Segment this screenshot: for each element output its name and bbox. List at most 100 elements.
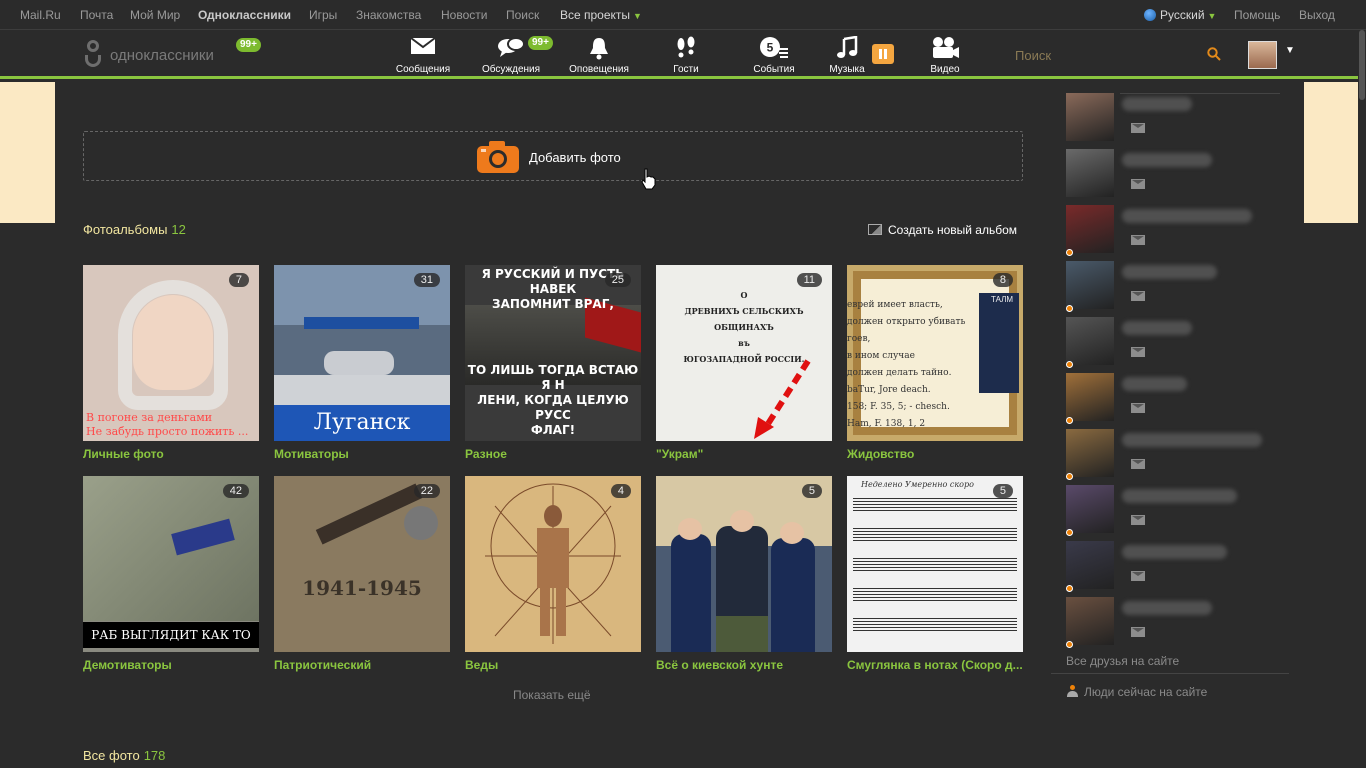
nav-events[interactable]: 5 События: [748, 36, 800, 78]
album-card[interactable]: 1941-1945 22 Патриотический: [274, 476, 450, 672]
topbar-link-poisk[interactable]: Поиск: [506, 8, 539, 22]
friend-avatar[interactable]: [1066, 541, 1114, 589]
album-name[interactable]: Демотиваторы: [83, 658, 259, 672]
envelope-icon[interactable]: [1131, 179, 1145, 189]
envelope-icon[interactable]: [1131, 515, 1145, 525]
album-card[interactable]: Я РУССКИЙ И ПУСТЬ НАВЕК ЗАПОМНИТ ВРАГ, ТО …: [465, 265, 641, 461]
friend-name-blurred[interactable]: [1122, 97, 1192, 111]
friend-item[interactable]: [1066, 373, 1296, 424]
language-selector[interactable]: Русский ▼: [1144, 8, 1216, 22]
all-projects-menu[interactable]: Все проекты ▼: [560, 8, 642, 22]
all-friends-link[interactable]: Все друзья на сайте: [1066, 654, 1179, 668]
friend-item[interactable]: [1066, 429, 1296, 480]
friend-item[interactable]: [1066, 541, 1296, 592]
nav-music[interactable]: Музыка: [826, 35, 868, 78]
friend-item[interactable]: [1066, 93, 1296, 141]
album-name[interactable]: Смуглянка в нотах (Скоро д...: [847, 658, 1023, 672]
create-album-button[interactable]: Создать новый альбом: [868, 223, 1017, 237]
friend-avatar[interactable]: [1066, 205, 1114, 253]
friend-avatar[interactable]: [1066, 149, 1114, 197]
album-name[interactable]: "Украм": [656, 447, 832, 461]
friend-name-blurred[interactable]: [1122, 545, 1227, 559]
envelope-icon[interactable]: [1131, 403, 1145, 413]
friend-name-blurred[interactable]: [1122, 153, 1212, 167]
album-card[interactable]: РАБ ВЫГЛЯДИТ КАК ТО ТАК 42 Демотиваторы: [83, 476, 259, 672]
album-name[interactable]: Жидовство: [847, 447, 1023, 461]
album-thumbnail[interactable]: В погоне за деньгами Не забудь просто пож…: [83, 265, 259, 441]
search-icon[interactable]: [1207, 47, 1221, 66]
nav-messages[interactable]: Сообщения: [390, 36, 456, 78]
envelope-icon[interactable]: [1131, 627, 1145, 637]
friend-name-blurred[interactable]: [1122, 601, 1212, 615]
envelope-icon[interactable]: [1131, 459, 1145, 469]
friend-name-blurred[interactable]: [1122, 209, 1252, 223]
album-thumbnail[interactable]: О ДРЕВНИХЪ СЕЛЬСКИХЪ ОБЩИНАХЪ въ ЮГОЗАПАДНО…: [656, 265, 832, 441]
friend-avatar[interactable]: [1066, 429, 1114, 477]
people-online-link[interactable]: Люди сейчас на сайте: [1066, 685, 1207, 699]
ok-logo[interactable]: одноклассники 99+: [84, 38, 274, 72]
nav-discussions[interactable]: Обсуждения 99+: [478, 36, 553, 78]
friend-item[interactable]: [1066, 261, 1296, 312]
friend-avatar[interactable]: [1066, 373, 1114, 421]
friend-avatar[interactable]: [1066, 261, 1114, 309]
envelope-icon[interactable]: [1131, 123, 1145, 133]
album-thumbnail[interactable]: 4: [465, 476, 641, 652]
friend-item[interactable]: [1066, 205, 1296, 256]
album-thumbnail[interactable]: Луганск 31: [274, 265, 450, 441]
album-card[interactable]: О ДРЕВНИХЪ СЕЛЬСКИХЪ ОБЩИНАХЪ въ ЮГОЗАПАДНО…: [656, 265, 832, 461]
friend-name-blurred[interactable]: [1122, 433, 1262, 447]
scrollbar-thumb[interactable]: [1359, 30, 1365, 100]
friend-name-blurred[interactable]: [1122, 265, 1217, 279]
friend-avatar[interactable]: [1066, 317, 1114, 365]
page-scrollbar[interactable]: [1358, 30, 1366, 768]
topbar-link-znakomstva[interactable]: Знакомства: [356, 8, 421, 22]
album-name[interactable]: Всё о киевской хунте: [656, 658, 832, 672]
friend-avatar[interactable]: [1066, 93, 1114, 141]
album-thumbnail[interactable]: Я РУССКИЙ И ПУСТЬ НАВЕК ЗАПОМНИТ ВРАГ, ТО …: [465, 265, 641, 441]
friend-item[interactable]: [1066, 149, 1296, 197]
envelope-icon[interactable]: [1131, 571, 1145, 581]
show-more-button[interactable]: Показать ещё: [513, 688, 591, 702]
add-photo-button[interactable]: Добавить фото: [83, 131, 1023, 181]
topbar-link-ok[interactable]: Одноклассники: [198, 8, 291, 22]
album-thumbnail[interactable]: 5: [656, 476, 832, 652]
album-card[interactable]: В погоне за деньгами Не забудь просто пож…: [83, 265, 259, 461]
album-thumbnail[interactable]: РАБ ВЫГЛЯДИТ КАК ТО ТАК 42: [83, 476, 259, 652]
envelope-icon[interactable]: [1131, 235, 1145, 245]
help-link[interactable]: Помощь: [1234, 8, 1280, 22]
album-card[interactable]: Луганск 31 Мотиваторы: [274, 265, 450, 461]
friend-name-blurred[interactable]: [1122, 377, 1187, 391]
friend-item[interactable]: [1066, 317, 1296, 368]
nav-guests[interactable]: Гости: [664, 36, 708, 78]
topbar-link-igry[interactable]: Игры: [309, 8, 337, 22]
music-pause-button[interactable]: [872, 44, 894, 64]
logout-link[interactable]: Выход: [1299, 8, 1335, 22]
topbar-link-pochta[interactable]: Почта: [80, 8, 113, 22]
album-name[interactable]: Веды: [465, 658, 641, 672]
album-name[interactable]: Патриотический: [274, 658, 450, 672]
envelope-icon[interactable]: [1131, 347, 1145, 357]
album-card[interactable]: 5 Всё о киевской хунте: [656, 476, 832, 672]
album-thumbnail[interactable]: еврей имеет власть, должен открыто убиват…: [847, 265, 1023, 441]
friend-item[interactable]: [1066, 485, 1296, 536]
friend-avatar[interactable]: [1066, 597, 1114, 645]
topbar-link-moimir[interactable]: Мой Мир: [130, 8, 180, 22]
friend-avatar[interactable]: [1066, 485, 1114, 533]
album-card[interactable]: Неделено Умеренно скоро 5 Смуглянка в нота…: [847, 476, 1023, 672]
album-card[interactable]: еврей имеет власть, должен открыто убиват…: [847, 265, 1023, 461]
album-name[interactable]: Разное: [465, 447, 641, 461]
album-card[interactable]: 4 Веды: [465, 476, 641, 672]
friend-name-blurred[interactable]: [1122, 489, 1237, 503]
friend-name-blurred[interactable]: [1122, 321, 1192, 335]
album-thumbnail[interactable]: Неделено Умеренно скоро 5: [847, 476, 1023, 652]
nav-video[interactable]: Видео: [918, 36, 972, 78]
chevron-down-icon[interactable]: ▼: [1285, 45, 1295, 56]
envelope-icon[interactable]: [1131, 291, 1145, 301]
album-name[interactable]: Личные фото: [83, 447, 259, 461]
album-thumbnail[interactable]: 1941-1945 22: [274, 476, 450, 652]
friend-item[interactable]: [1066, 597, 1296, 648]
topbar-link-mailru[interactable]: Mail.Ru: [20, 8, 61, 22]
album-name[interactable]: Мотиваторы: [274, 447, 450, 461]
user-avatar[interactable]: [1248, 41, 1277, 69]
search-input[interactable]: Поиск: [1015, 48, 1051, 63]
